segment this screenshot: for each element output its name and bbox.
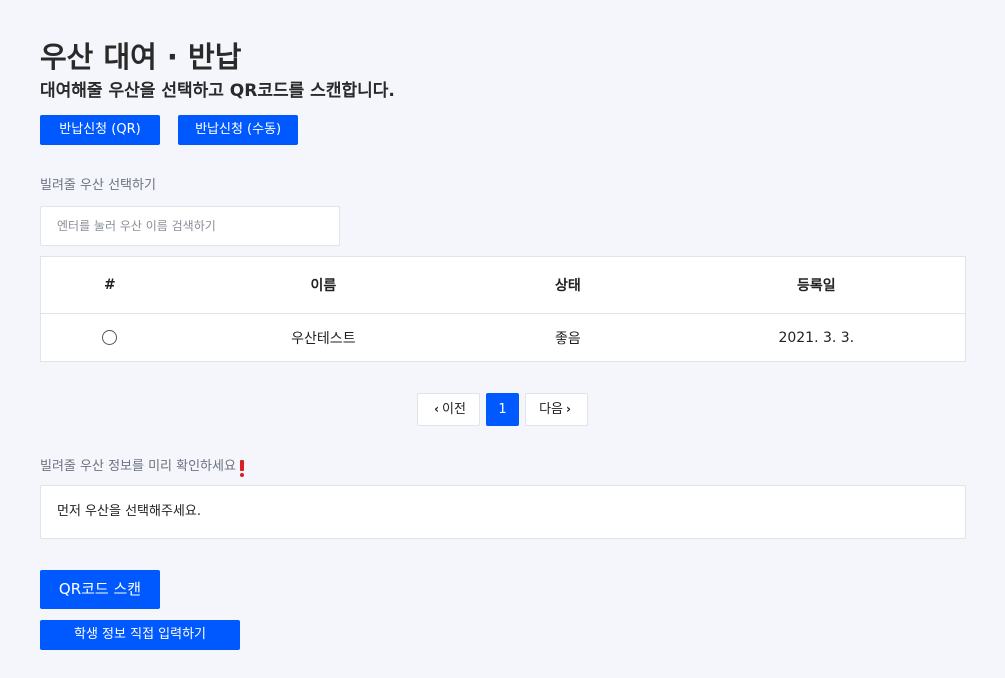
exclamation-icon (239, 460, 244, 477)
umbrella-info-box: 먼저 우산을 선택해주세요. (40, 485, 966, 539)
prev-page-label: 이전 (442, 402, 466, 417)
top-action-bar: 반납신청 (QR) 반납신청 (수동) (40, 115, 965, 145)
row-name: 우산테스트 (291, 330, 356, 347)
radio-icon[interactable] (102, 330, 118, 345)
column-header-name: 이름 (178, 256, 469, 314)
page: 우산 대여 · 반납 대여해줄 우산을 선택하고 QR코드를 스캔합니다. 반납… (0, 0, 1005, 650)
chevron-right-icon: › (565, 402, 571, 416)
info-section-label-text: 빌려줄 우산 정보를 미리 확인하세요 (40, 459, 236, 474)
return-qr-button[interactable]: 반납신청 (QR) (40, 115, 160, 145)
select-section-label: 빌려줄 우산 선택하기 (40, 178, 156, 193)
info-section-label: 빌려줄 우산 정보를 미리 확인하세요 (40, 458, 965, 477)
chevron-left-icon: ‹ (434, 402, 440, 416)
table-row[interactable]: 우산테스트 좋음 2021. 3. 3. (41, 314, 966, 362)
row-registered-date: 2021. 3. 3. (778, 329, 855, 346)
page-title: 우산 대여 · 반납 (40, 40, 242, 74)
row-status: 좋음 (554, 330, 581, 347)
next-page-button[interactable]: 다음 › (525, 393, 588, 426)
column-header-status: 상태 (468, 256, 668, 314)
qr-scan-button[interactable]: QR코드 스캔 (40, 570, 160, 609)
manual-student-input-button[interactable]: 학생 정보 직접 입력하기 (40, 620, 240, 650)
umbrella-search-input[interactable] (40, 206, 340, 246)
page-subtitle: 대여해줄 우산을 선택하고 QR코드를 스캔합니다. (40, 81, 395, 101)
row-select-cell (41, 314, 179, 362)
prev-page-button[interactable]: ‹ 이전 (417, 393, 480, 426)
pagination: ‹ 이전 1 다음 › (40, 393, 965, 426)
table-header-row: # 이름 상태 등록일 (40, 256, 966, 314)
column-header-number: # (40, 256, 179, 314)
next-page-label: 다음 (539, 402, 563, 417)
current-page-button[interactable]: 1 (486, 393, 519, 426)
column-header-registered: 등록일 (667, 256, 966, 314)
return-manual-button[interactable]: 반납신청 (수동) (178, 115, 299, 145)
umbrella-table: # 이름 상태 등록일 우산테스트 좋음 2021. 3. 3. (40, 256, 966, 362)
